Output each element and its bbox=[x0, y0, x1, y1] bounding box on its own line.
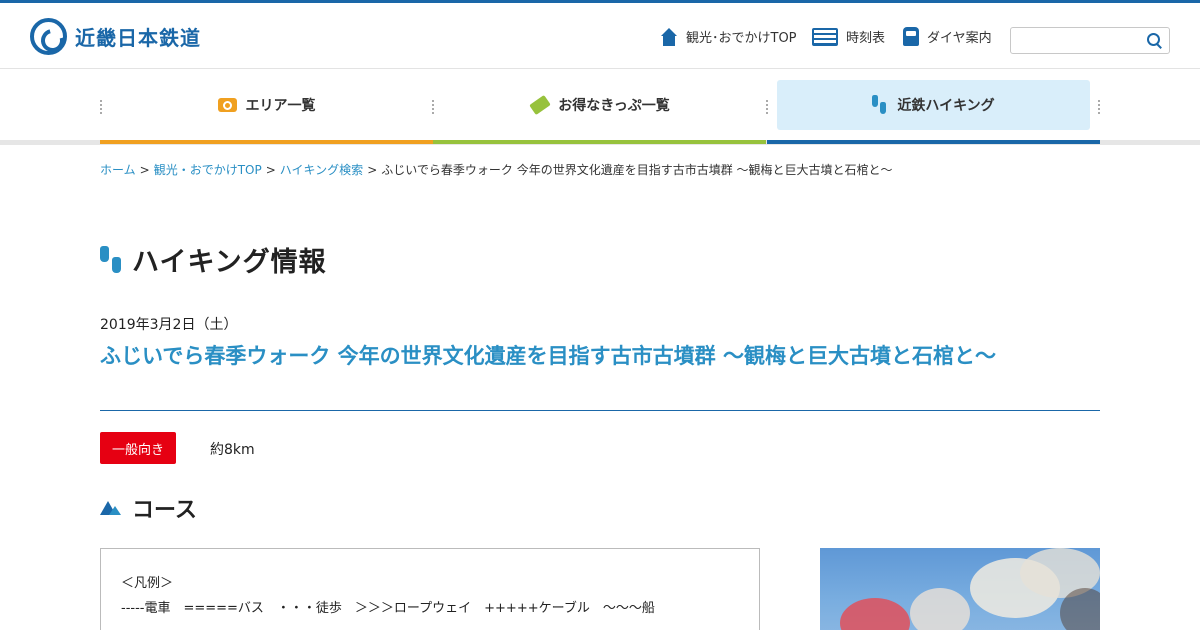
kintetsu-logo-icon bbox=[30, 17, 67, 55]
footsteps-icon bbox=[872, 95, 888, 115]
nav-color-bar-area bbox=[100, 140, 433, 144]
nav-tab-kintetsu-hiking[interactable]: 近鉄ハイキング bbox=[777, 80, 1090, 130]
site-header: 近畿日本鉄道 観光･おでかけTOP 時刻表 ダイヤ案内 bbox=[0, 3, 1200, 69]
course-heading: コース bbox=[100, 492, 197, 524]
blossom-cluster bbox=[840, 598, 910, 630]
util-link-label: 観光･おでかけTOP bbox=[686, 31, 797, 46]
util-link-route-search[interactable]: ダイヤ案内 bbox=[903, 27, 992, 46]
nav-color-bar-hiking bbox=[767, 140, 1100, 144]
breadcrumb-separator: > bbox=[367, 163, 378, 177]
nav-color-bar-tickets bbox=[433, 140, 766, 144]
breadcrumb-hiking-search[interactable]: ハイキング検索 bbox=[280, 163, 363, 177]
site-search bbox=[1010, 27, 1170, 54]
breadcrumb-separator: > bbox=[265, 163, 276, 177]
level-badge: 一般向き bbox=[100, 432, 176, 464]
nav-tab-discount-tickets[interactable]: お得なきっぷ一覧 bbox=[444, 80, 757, 130]
footsteps-icon bbox=[100, 245, 122, 274]
course-heading-text: コース bbox=[132, 498, 197, 523]
util-link-timetable[interactable]: 時刻表 bbox=[812, 27, 885, 46]
nav-tab-label: 近鉄ハイキング bbox=[897, 98, 995, 114]
train-icon bbox=[903, 27, 919, 46]
title-divider bbox=[100, 410, 1100, 411]
breadcrumb-current: ふじいでら春季ウォーク 今年の世界文化遺産を目指す古市古墳群 ～観梅と巨大古墳と… bbox=[381, 163, 893, 177]
logo-text: 近畿日本鉄道 bbox=[75, 25, 201, 50]
legend-title: ＜凡例＞ bbox=[121, 576, 174, 591]
page-heading: ハイキング情報 bbox=[100, 240, 327, 279]
nav-divider bbox=[766, 100, 768, 114]
page-title: ハイキング情報 bbox=[132, 247, 327, 278]
global-nav: エリア一覧 お得なきっぷ一覧 近鉄ハイキング bbox=[0, 70, 1200, 145]
distance-text: 約8km bbox=[210, 442, 255, 458]
mountain-icon bbox=[100, 499, 122, 517]
nav-divider bbox=[432, 100, 434, 114]
blossom-cluster bbox=[910, 588, 970, 630]
timetable-icon bbox=[812, 27, 838, 46]
breadcrumb-travel-top[interactable]: 観光・おでかけTOP bbox=[154, 163, 262, 177]
breadcrumb-home[interactable]: ホーム bbox=[100, 163, 136, 177]
util-link-label: ダイヤ案内 bbox=[927, 31, 992, 46]
event-title: ふじいでら春季ウォーク 今年の世界文化遺産を目指す古市古墳群 ～観梅と巨大古墳と… bbox=[100, 344, 996, 368]
ticket-icon bbox=[529, 94, 552, 116]
util-link-travel-top[interactable]: 観光･おでかけTOP bbox=[660, 27, 797, 46]
nav-divider bbox=[1098, 100, 1100, 114]
camera-icon bbox=[217, 98, 237, 112]
breadcrumb-separator: > bbox=[139, 163, 150, 177]
event-date: 2019年3月2日（土） bbox=[100, 317, 238, 333]
breadcrumb: ホーム > 観光・おでかけTOP > ハイキング検索 > ふじいでら春季ウォーク 今年の世界… bbox=[100, 161, 893, 178]
site-logo[interactable]: 近畿日本鉄道 bbox=[30, 17, 201, 55]
house-icon bbox=[660, 27, 678, 46]
nav-tab-label: エリア一覧 bbox=[245, 98, 316, 114]
nav-tab-area-list[interactable]: エリア一覧 bbox=[110, 80, 423, 130]
util-link-label: 時刻表 bbox=[846, 31, 886, 46]
nav-divider bbox=[100, 100, 102, 114]
search-icon[interactable] bbox=[1147, 33, 1163, 49]
search-input[interactable] bbox=[1011, 28, 1141, 53]
course-legend-box: ＜凡例＞ -----電車 =====バス ・・・徒歩 ＞＞＞ロープウェイ +++… bbox=[100, 548, 760, 630]
legend-line: -----電車 =====バス ・・・徒歩 ＞＞＞ロープウェイ +++++ケーブ… bbox=[121, 601, 655, 616]
nav-tab-label: お得なきっぷ一覧 bbox=[558, 98, 670, 114]
plum-blossom-photo bbox=[820, 548, 1100, 630]
